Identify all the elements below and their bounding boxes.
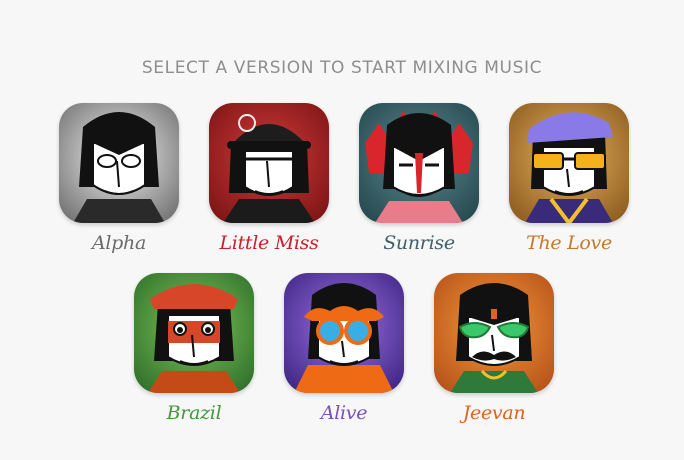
version-card-sunrise[interactable]: Sunrise <box>359 103 479 254</box>
sunrise-character-icon[interactable] <box>359 103 479 223</box>
version-label[interactable]: Jeevan <box>434 402 554 424</box>
version-label[interactable]: Alpha <box>59 232 179 254</box>
version-card-alpha[interactable]: Alpha <box>59 103 179 254</box>
page-heading: SELECT A VERSION TO START MIXING MUSIC <box>141 58 543 78</box>
version-card-the-love[interactable]: The Love <box>509 103 629 254</box>
little-miss-character-icon[interactable] <box>209 103 329 223</box>
version-card-brazil[interactable]: Brazil <box>134 273 254 424</box>
version-label[interactable]: The Love <box>509 232 629 254</box>
version-card-alive[interactable]: Alive <box>284 273 404 424</box>
version-label[interactable]: Alive <box>284 402 404 424</box>
version-label[interactable]: Little Miss <box>209 232 329 254</box>
alive-character-icon[interactable] <box>284 273 404 393</box>
alpha-character-icon[interactable] <box>59 103 179 223</box>
jeevan-character-icon[interactable] <box>434 273 554 393</box>
brazil-character-icon[interactable] <box>134 273 254 393</box>
version-label[interactable]: Sunrise <box>359 232 479 254</box>
version-card-little-miss[interactable]: Little Miss <box>209 103 329 254</box>
version-card-jeevan[interactable]: Jeevan <box>434 273 554 424</box>
version-label[interactable]: Brazil <box>134 402 254 424</box>
the-love-character-icon[interactable] <box>509 103 629 223</box>
